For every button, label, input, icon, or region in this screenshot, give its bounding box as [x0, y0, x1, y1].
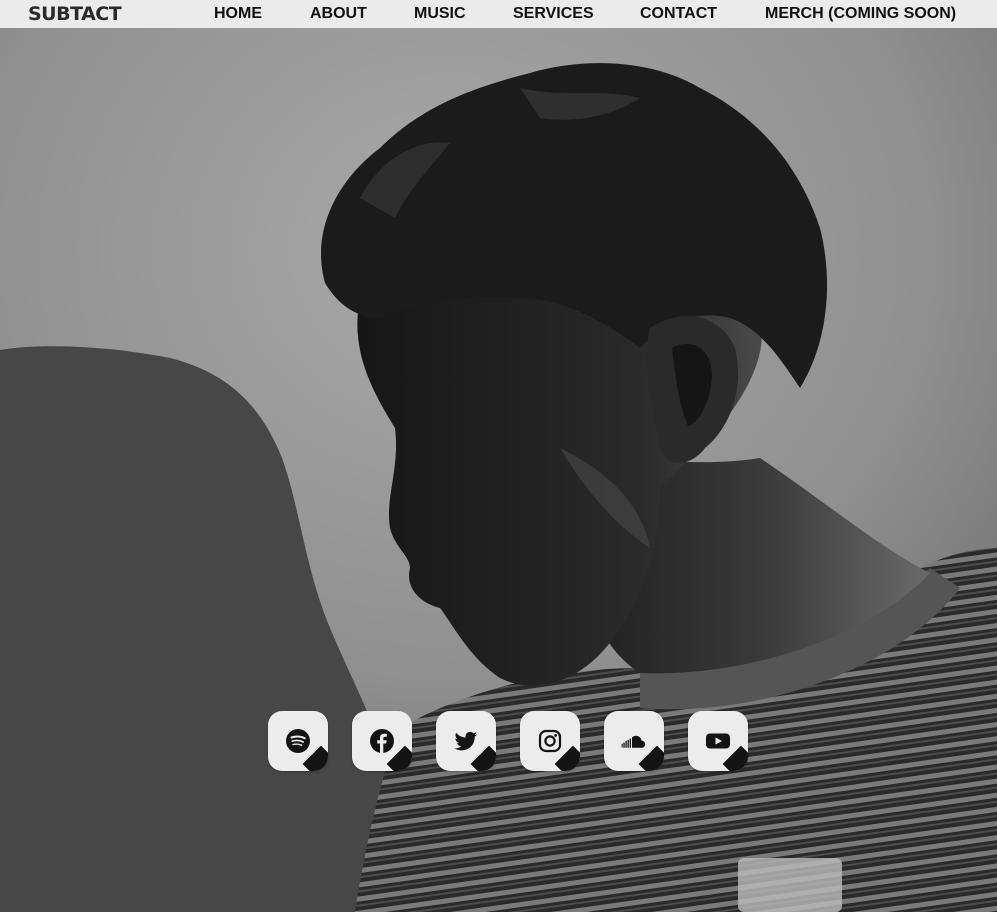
youtube-icon	[705, 728, 731, 754]
hero-portrait-image	[0, 28, 997, 912]
soundcloud-button[interactable]	[604, 711, 664, 771]
nav-about[interactable]: ABOUT	[310, 5, 367, 23]
nav-music[interactable]: MUSIC	[414, 5, 466, 23]
nav-contact[interactable]: CONTACT	[640, 5, 717, 23]
top-navbar: SUBTACT HOME ABOUT MUSIC SERVICES CONTAC…	[0, 0, 997, 28]
facebook-icon	[369, 728, 395, 754]
twitter-icon	[453, 728, 479, 754]
instagram-button[interactable]	[520, 711, 580, 771]
instagram-icon	[537, 728, 563, 754]
spotify-icon	[285, 728, 311, 754]
twitter-button[interactable]	[436, 711, 496, 771]
hero-photo	[0, 28, 997, 912]
social-links	[268, 711, 748, 771]
soundcloud-icon	[621, 728, 647, 754]
youtube-button[interactable]	[688, 711, 748, 771]
nav-home[interactable]: HOME	[214, 5, 262, 23]
nav-services[interactable]: SERVICES	[513, 5, 594, 23]
site-logo[interactable]: SUBTACT	[28, 3, 122, 25]
facebook-button[interactable]	[352, 711, 412, 771]
spotify-button[interactable]	[268, 711, 328, 771]
nav-merch[interactable]: MERCH (COMING SOON)	[765, 5, 956, 23]
